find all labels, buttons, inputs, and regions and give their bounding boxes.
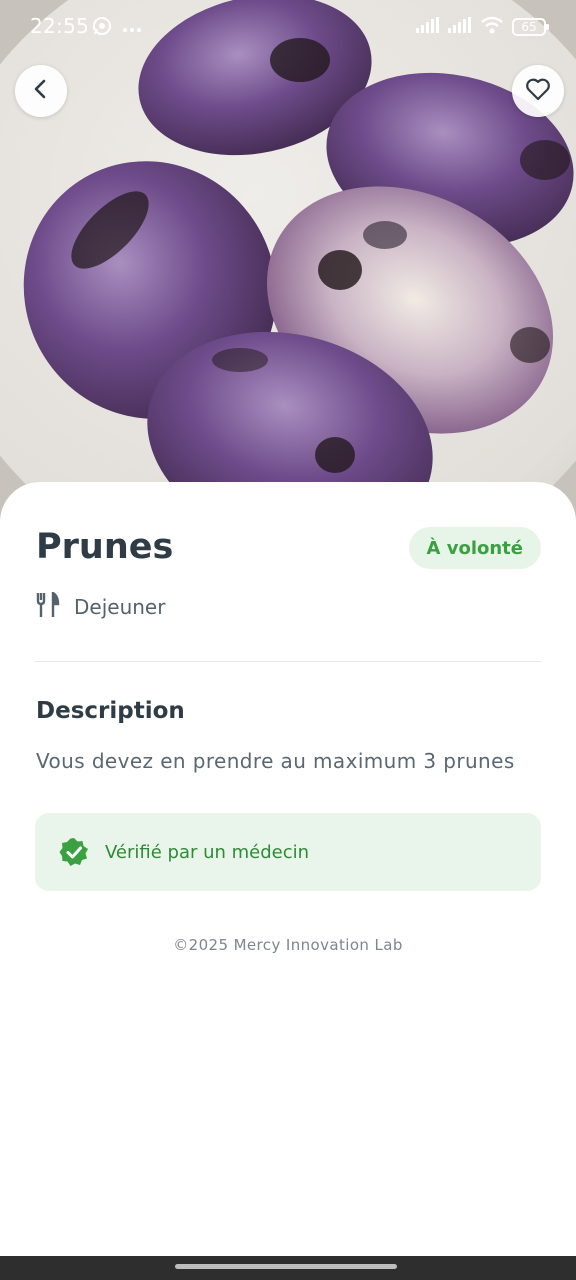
food-photo bbox=[0, 0, 576, 520]
fork-knife-icon bbox=[36, 590, 60, 622]
wifi-icon bbox=[480, 16, 504, 38]
status-time: 22:55 bbox=[30, 14, 90, 38]
whatsapp-icon bbox=[92, 16, 112, 40]
verified-badge-icon bbox=[59, 837, 89, 867]
status-bar: 22:55 65 bbox=[0, 0, 576, 54]
favorite-button[interactable] bbox=[512, 65, 564, 117]
footer-copyright: ©2025 Mercy Innovation Lab bbox=[173, 936, 403, 954]
divider bbox=[35, 661, 541, 662]
meal-type: Dejeuner bbox=[36, 590, 166, 622]
system-nav-bar bbox=[0, 1256, 576, 1280]
description-text: Vous devez en prendre au maximum 3 prune… bbox=[36, 749, 515, 773]
verified-label: Vérifié par un médecin bbox=[105, 841, 310, 863]
home-indicator[interactable] bbox=[175, 1264, 397, 1269]
signal-icon bbox=[448, 17, 472, 37]
signal-icon bbox=[416, 17, 440, 37]
food-title: Prunes bbox=[36, 527, 174, 567]
back-button[interactable] bbox=[15, 65, 67, 117]
status-badge: À volonté bbox=[408, 527, 541, 569]
more-dots-icon bbox=[122, 19, 142, 38]
description-heading: Description bbox=[36, 698, 185, 724]
verified-banner: Vérifié par un médecin bbox=[35, 813, 541, 891]
battery-icon: 65 bbox=[512, 18, 549, 36]
meal-label: Dejeuner bbox=[74, 595, 166, 619]
heart-outline-icon bbox=[525, 77, 551, 105]
chevron-left-icon bbox=[30, 78, 52, 104]
